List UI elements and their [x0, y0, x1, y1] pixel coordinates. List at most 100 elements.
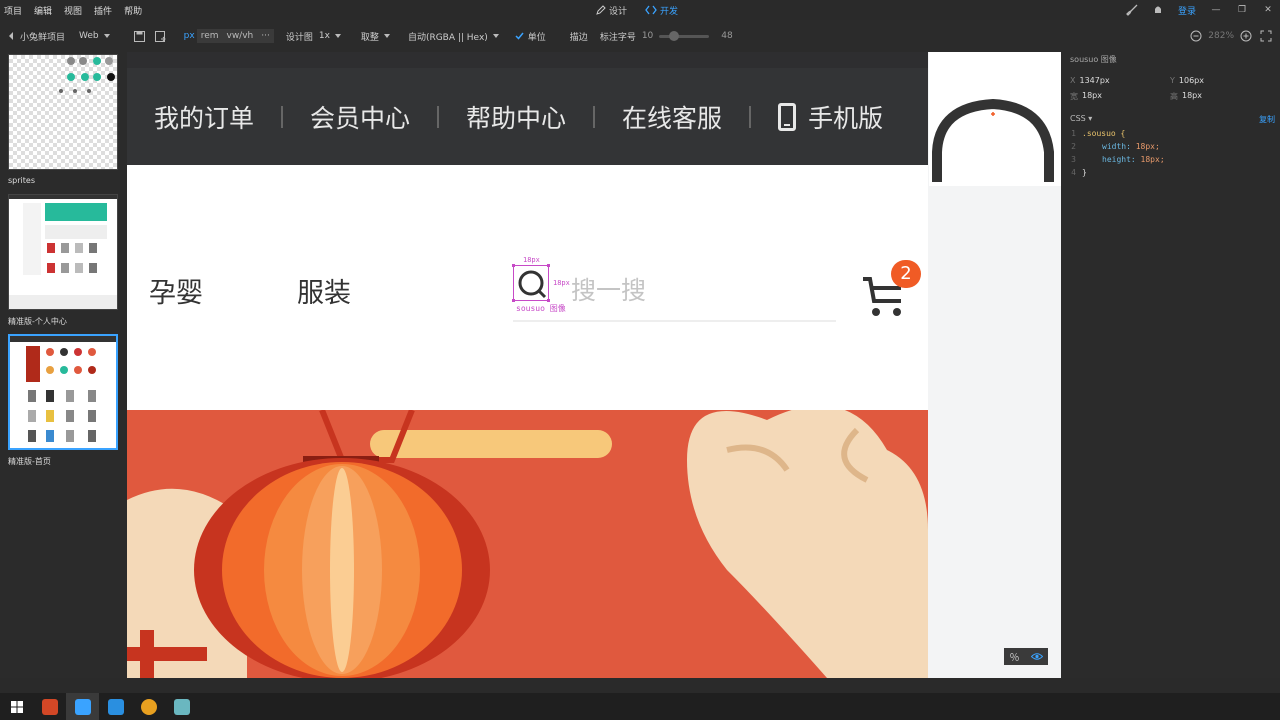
minimize-icon[interactable]: —: [1210, 4, 1222, 16]
taskbar-powerpoint[interactable]: [33, 693, 66, 720]
nav-service[interactable]: 在线客服: [595, 99, 749, 135]
font-size-slider[interactable]: [659, 30, 710, 41]
brush-icon[interactable]: [1126, 4, 1138, 16]
rounding-select[interactable]: 取整: [361, 30, 390, 43]
nav-help[interactable]: 帮助中心: [439, 99, 593, 135]
inspector-panel: sousuo 图像 X 1347px Y 106px 宽 18px 高 18px CSS…: [1062, 48, 1280, 678]
css-dropdown[interactable]: CSS ▾: [1070, 114, 1092, 125]
tab-design[interactable]: 设计: [596, 4, 627, 17]
status-strip: [0, 678, 1280, 693]
canvas-tools: ％: [1004, 648, 1048, 665]
mode-tabs: 设计 开发: [596, 0, 678, 20]
height-measure: 18px: [553, 279, 570, 287]
zoom-level: 282%: [1208, 31, 1234, 41]
unit-rem-option[interactable]: rem: [196, 29, 223, 43]
more-units-button[interactable]: ···: [257, 29, 274, 43]
promo-banner[interactable]: [127, 410, 928, 678]
x-key: X: [1070, 76, 1076, 85]
close-icon[interactable]: ✕: [1262, 4, 1274, 16]
copy-button[interactable]: 复制: [1259, 114, 1275, 125]
site-top-strip: [127, 52, 928, 68]
css-width-val: 18px;: [1135, 142, 1160, 151]
selection-handle[interactable]: [547, 299, 550, 302]
design-tool-icon: [74, 698, 91, 715]
eye-icon[interactable]: [1030, 652, 1043, 661]
app-icon: [173, 698, 190, 715]
width-value[interactable]: 18px: [1082, 91, 1102, 102]
export-icon[interactable]: [154, 30, 166, 42]
color-format-select[interactable]: 自动(RGBA || Hex): [408, 30, 499, 43]
height-key: 高: [1170, 92, 1178, 101]
css-height-val: 18px;: [1140, 155, 1165, 164]
tab-develop[interactable]: 开发: [645, 4, 678, 17]
nav-member[interactable]: 会员中心: [283, 99, 437, 135]
artboard-label-sprites: sprites: [8, 176, 35, 185]
font-size-label: 标注字号: [599, 32, 636, 43]
design-scale-select[interactable]: 1x: [319, 31, 341, 41]
window-controls: 登录 — ❐ ✕: [1126, 0, 1274, 20]
project-name[interactable]: 小兔鲜项目: [20, 30, 65, 43]
nav-divider: [749, 105, 752, 128]
search-icon: [518, 270, 547, 299]
selection-handle[interactable]: [512, 264, 515, 267]
login-link[interactable]: 登录: [1178, 4, 1196, 17]
width-measure: 18px: [523, 256, 540, 264]
back-button[interactable]: [8, 32, 14, 40]
unit-checkbox[interactable]: 单位: [515, 30, 546, 43]
platform-select[interactable]: Web: [79, 31, 110, 41]
y-value[interactable]: 106px: [1179, 76, 1204, 85]
taskbar-vscode[interactable]: [99, 693, 132, 720]
artboard-label-profile: 精准版-个人中心: [8, 317, 67, 326]
zoom-out-icon[interactable]: [1190, 30, 1202, 42]
unit-vw-option[interactable]: vw/vh: [222, 29, 258, 43]
save-icon[interactable]: [133, 30, 145, 42]
menu-edit[interactable]: 编辑: [30, 4, 60, 17]
code-icon: [645, 5, 657, 15]
nav-orders[interactable]: 我的订单: [127, 99, 281, 135]
slider-knob[interactable]: [669, 30, 680, 41]
category-baby[interactable]: 孕婴: [149, 271, 203, 310]
selection-box[interactable]: [512, 264, 550, 302]
artboard-thumb-sprites[interactable]: [8, 54, 118, 170]
height-value[interactable]: 18px: [1182, 91, 1202, 102]
taskbar-app[interactable]: [165, 693, 198, 720]
css-selector: .sousuo {: [1082, 129, 1126, 138]
css-code-block[interactable]: 1 .sousuo { 2 width: 18px; 3 height: 18px; …: [1066, 127, 1165, 179]
taskbar-design-tool[interactable]: [66, 693, 99, 720]
fit-screen-icon[interactable]: [1260, 30, 1272, 42]
cart-button[interactable]: 2: [861, 260, 931, 320]
taskbar-chrome[interactable]: [132, 693, 165, 720]
chevron-left-icon: [9, 32, 13, 40]
selection-handle[interactable]: [512, 299, 515, 302]
category-clothing[interactable]: 服装: [297, 271, 351, 310]
selection-handle[interactable]: [547, 264, 550, 267]
magnified-search-icon: [929, 52, 1061, 186]
size-row: 宽 18px 高 18px: [1070, 91, 1270, 102]
tab-develop-label: 开发: [660, 6, 679, 17]
menu-help[interactable]: 帮助: [120, 4, 150, 17]
menu-project[interactable]: 项目: [0, 4, 30, 17]
search-placeholder: 搜一搜: [571, 276, 647, 305]
phone-icon: [778, 102, 797, 131]
stroke-toggle[interactable]: 描边: [570, 30, 588, 43]
design-canvas[interactable]: 我的订单 会员中心 帮助中心 在线客服 手机版 孕婴 服装 18px 18px …: [127, 52, 1061, 678]
tab-design-label: 设计: [609, 6, 628, 17]
start-button[interactable]: [0, 693, 33, 720]
x-value[interactable]: 1347px: [1079, 76, 1109, 85]
artboard-thumb-profile[interactable]: [8, 194, 118, 310]
search-box[interactable]: 18px 18px sousuo 图像 搜一搜: [512, 256, 836, 322]
width-key: 宽: [1070, 92, 1078, 101]
zoom-in-icon[interactable]: [1240, 30, 1252, 42]
percent-icon[interactable]: ％: [1010, 649, 1020, 664]
powerpoint-icon: [41, 698, 58, 715]
menu-plugins[interactable]: 插件: [90, 4, 120, 17]
design-label: 设计图: [285, 32, 313, 43]
nav-mobile[interactable]: 手机版: [796, 99, 910, 135]
artboard-thumb-home[interactable]: [8, 334, 118, 450]
unit-px-option[interactable]: px: [184, 31, 195, 41]
toolbar: 小兔鲜项目 Web px rem vw/vh ··· 设计图 1x 取整 自动(…: [0, 24, 1280, 48]
menu-view[interactable]: 视图: [60, 4, 90, 17]
bell-icon[interactable]: [1152, 4, 1164, 16]
restore-icon[interactable]: ❐: [1236, 4, 1248, 16]
cart-badge: 2: [891, 260, 921, 288]
